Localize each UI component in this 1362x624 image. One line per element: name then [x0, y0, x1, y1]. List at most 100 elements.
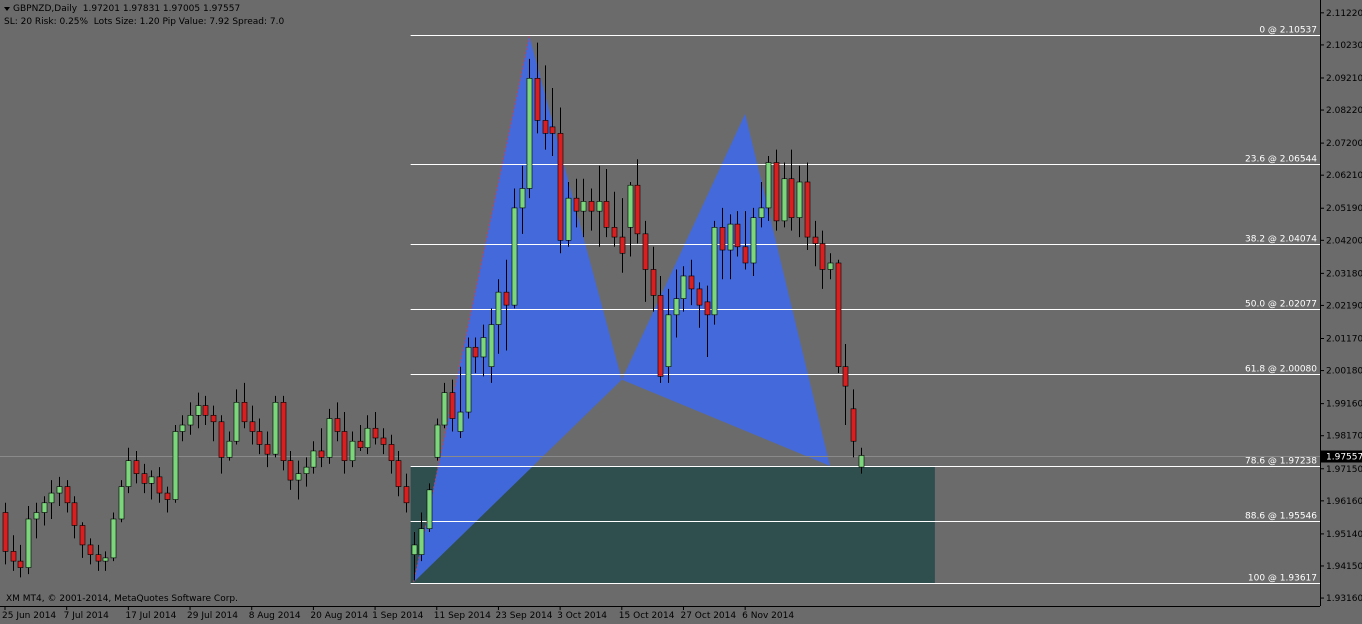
bull-candle: [118, 486, 125, 520]
bear-candle: [79, 525, 86, 546]
bull-candle: [519, 188, 526, 209]
bull-candle: [680, 275, 687, 299]
bull-candle: [665, 314, 672, 367]
bear-candle: [534, 77, 541, 121]
bull-candle: [480, 337, 487, 358]
bull-candle: [349, 440, 356, 461]
bull-candle: [434, 424, 441, 458]
bear-candle: [218, 421, 225, 458]
bear-candle: [341, 431, 348, 461]
bull-candle: [110, 518, 117, 559]
bull-candle: [673, 298, 680, 316]
price-tick-label: 2.00180: [1326, 367, 1362, 377]
bear-candle: [249, 421, 256, 432]
bull-candle: [511, 207, 518, 306]
bear-candle: [357, 440, 364, 448]
fib-label: 38.2 @ 2.04074: [1245, 235, 1317, 245]
bear-candle: [642, 233, 649, 270]
bear-candle: [812, 236, 819, 244]
date-tick-label: 7 Jul 2014: [64, 611, 109, 621]
fib-label: 78.6 @ 1.97238: [1245, 457, 1317, 467]
bear-candle: [804, 181, 811, 238]
price-tick-label: 2.02190: [1326, 301, 1362, 311]
date-tick-label: 3 Oct 2014: [557, 611, 607, 621]
bull-candle: [56, 486, 63, 494]
bull-candle: [179, 424, 186, 432]
bull-candle: [233, 402, 240, 442]
bear-candle: [850, 408, 857, 442]
price-tick-label: 1.95140: [1326, 530, 1362, 540]
bear-candle: [2, 512, 9, 552]
bear-candle: [256, 431, 263, 445]
bull-candle: [187, 414, 194, 426]
bull-candle: [295, 473, 302, 481]
bull-candle: [796, 181, 803, 218]
bull-candle: [226, 440, 233, 458]
copyright-text: XM MT4, © 2001-2014, MetaQuotes Software…: [6, 594, 238, 604]
bull-candle: [627, 184, 634, 228]
bull-candle: [148, 476, 155, 484]
bear-candle: [573, 197, 580, 212]
bull-candle: [364, 427, 371, 448]
price-tick-label: 1.94150: [1326, 562, 1362, 572]
date-tick-label: 29 Jul 2014: [187, 611, 238, 621]
bull-candle: [750, 217, 757, 264]
price-tick-label: 1.93160: [1326, 594, 1362, 604]
bear-candle: [10, 551, 17, 562]
bull-candle: [580, 201, 587, 212]
price-tick-label: 1.98170: [1326, 432, 1362, 442]
bear-candle: [64, 486, 71, 504]
bull-candle: [195, 405, 202, 416]
bear-candle: [603, 201, 610, 228]
bull-candle: [711, 227, 718, 316]
current-price-label: 1.97557: [1326, 453, 1362, 463]
bear-candle: [164, 492, 171, 500]
bear-candle: [472, 346, 479, 358]
bear-candle: [788, 178, 795, 218]
bear-candle: [819, 243, 826, 270]
date-tick-label: 20 Aug 2014: [310, 611, 368, 621]
bear-candle: [280, 402, 287, 461]
bear-candle: [156, 476, 163, 494]
date-tick-label: 27 Oct 2014: [680, 611, 736, 621]
bull-candle: [48, 492, 55, 504]
bull-candle: [565, 197, 572, 241]
bear-candle: [141, 473, 148, 484]
bull-candle: [326, 418, 333, 458]
price-tick-label: 2.10230: [1326, 41, 1362, 51]
bear-candle: [704, 301, 711, 316]
bull-candle: [41, 502, 48, 513]
bull-candle: [418, 528, 425, 555]
bull-candle: [426, 489, 433, 530]
bear-candle: [650, 269, 657, 296]
bear-candle: [542, 120, 549, 134]
bull-candle: [457, 411, 464, 432]
price-tick-label: 2.03180: [1326, 269, 1362, 279]
bear-candle: [241, 402, 248, 423]
bear-candle: [503, 291, 510, 306]
bear-candle: [688, 275, 695, 290]
bear-candle: [619, 236, 626, 254]
bull-candle: [781, 178, 788, 222]
fib-label: 50.0 @ 2.02077: [1245, 300, 1317, 310]
bear-candle: [71, 502, 78, 526]
bull-candle: [596, 201, 603, 212]
bear-candle: [449, 392, 456, 419]
price-tick-label: 2.09210: [1326, 74, 1362, 84]
bear-candle: [742, 246, 749, 264]
bear-candle: [372, 427, 379, 439]
date-tick-label: 6 Nov 2014: [742, 611, 794, 621]
bear-candle: [634, 184, 641, 235]
price-tick-label: 2.08220: [1326, 106, 1362, 116]
bull-candle: [858, 455, 865, 468]
bear-candle: [719, 227, 726, 251]
bear-candle: [657, 295, 664, 377]
price-tick-label: 2.11220: [1326, 9, 1362, 19]
bear-candle: [403, 486, 410, 504]
bull-candle: [33, 512, 40, 520]
bear-candle: [210, 414, 217, 423]
bear-candle: [611, 227, 618, 238]
bull-candle: [465, 346, 472, 413]
date-tick-label: 25 Jun 2014: [2, 611, 56, 621]
price-chart[interactable]: 0 @ 2.10537 23.6 @ 2.06544 38.2 @ 2.04074 5…: [0, 0, 1362, 624]
